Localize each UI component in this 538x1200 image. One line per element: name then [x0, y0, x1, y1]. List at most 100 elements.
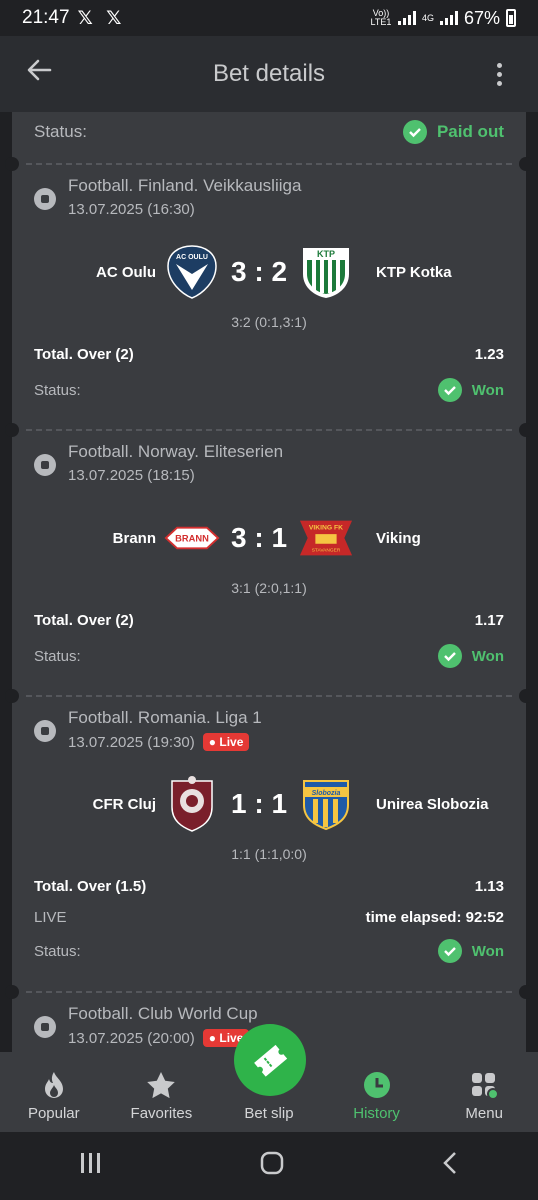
ktp-kotka-logo: KTP: [298, 244, 354, 300]
nav-history-label: History: [353, 1105, 400, 1122]
market: Total. Over (2): [34, 346, 134, 363]
brann-logo: BRANN: [164, 510, 220, 566]
score-detail: 3:2 (0:1,3:1): [231, 314, 307, 330]
league-name: Football. Romania. Liga 1: [68, 708, 262, 727]
summary-card: Status: Paid out: [12, 112, 526, 164]
match-date: 13.07.2025 (20:00) ● Live: [68, 1029, 250, 1047]
match-row: AC Oulu AC OULU 3 : 2 KTP KTP Kotka: [12, 244, 526, 300]
score-detail: 3:1 (2:0,1:1): [231, 580, 307, 596]
bet-card-1[interactable]: Football. Finland. Veikkausliiga 13.07.2…: [5, 157, 533, 430]
live-badge-text: Live: [219, 735, 244, 749]
check-icon: [437, 939, 462, 963]
recent-apps-icon[interactable]: [78, 1151, 104, 1182]
signal-icon: [397, 11, 416, 25]
nav-favorites-label: Favorites: [130, 1105, 193, 1122]
match-date: 13.07.2025 (18:15): [68, 467, 195, 484]
nav-favorites[interactable]: Favorites: [108, 1052, 216, 1132]
nav-popular-label: Popular: [27, 1105, 80, 1122]
system-status-bar: 21:47 𝕏 𝕏 Vo)) LTE1 4G 67%: [0, 0, 538, 36]
bet-slip-button[interactable]: [234, 1024, 306, 1096]
won-text: Won: [471, 381, 504, 399]
football-icon: [34, 188, 56, 210]
away-team: Unirea Slobozia: [376, 795, 489, 813]
svg-text:AC OULU: AC OULU: [176, 254, 208, 261]
signal-icon-2: [439, 11, 458, 25]
system-navigation-bar: [0, 1132, 538, 1200]
home-team: AC Oulu: [96, 263, 156, 281]
league-name: Football. Club World Cup: [68, 1004, 258, 1023]
match-row: Brann BRANN 3 : 1 VIKING FK STAVANGER Vik…: [12, 510, 526, 566]
paid-out-text: Paid out: [436, 122, 504, 141]
away-team: Viking: [376, 529, 421, 547]
svg-text:VIKING FK: VIKING FK: [309, 524, 343, 531]
summary-status-label: Status:: [34, 122, 87, 141]
ac-oulu-logo: AC OULU: [164, 244, 220, 300]
status-label: Status:: [34, 647, 81, 665]
cfr-cluj-logo: [164, 776, 220, 832]
flame-icon: [44, 1072, 63, 1098]
score: 3 : 1: [230, 522, 288, 553]
score: 3 : 2: [230, 256, 288, 287]
svg-text:Slobozia: Slobozia: [312, 790, 341, 797]
nav-popular[interactable]: Popular: [0, 1052, 108, 1132]
network-type: 4G: [421, 12, 434, 23]
home-team: Brann: [112, 529, 156, 547]
nav-betslip-label: Bet slip: [244, 1105, 294, 1122]
back-icon[interactable]: [440, 1150, 460, 1183]
date-text: 13.07.2025 (19:30): [68, 733, 195, 751]
svg-text:STAVANGER: STAVANGER: [312, 548, 341, 554]
nav-menu[interactable]: Menu: [430, 1052, 538, 1132]
live-badge: ● Live: [202, 733, 250, 751]
time-elapsed: time elapsed: 92:52: [365, 909, 504, 926]
check-icon: [437, 644, 462, 668]
clock: 21:47: [22, 7, 70, 28]
summary-status-value: Paid out: [402, 120, 504, 144]
nav-history[interactable]: History: [323, 1052, 431, 1132]
match-row: CFR Cluj 1 : 1 Slobozia Unirea Slobozia: [12, 776, 526, 832]
score-detail: 1:1 (1:1,0:0): [231, 846, 307, 862]
match-date: 13.07.2025 (16:30): [68, 201, 195, 218]
football-icon: [34, 1016, 56, 1038]
status-won: Won: [437, 378, 504, 402]
menu-grid-icon: [472, 1073, 499, 1099]
battery-icon: [506, 9, 516, 27]
match-date: 13.07.2025 (19:30) ● Live: [68, 733, 250, 751]
date-text: 13.07.2025 (16:30): [68, 201, 195, 218]
ticket-icon: [254, 1044, 288, 1077]
x-notification-icons: 𝕏 𝕏: [77, 7, 126, 29]
won-text: Won: [471, 942, 504, 960]
status-label: Status:: [34, 381, 81, 399]
bet-card-3[interactable]: Football. Romania. Liga 1 13.07.2025 (19…: [5, 689, 533, 992]
date-text: 13.07.2025 (18:15): [68, 467, 195, 484]
volte-indicator: Vo)) LTE1: [370, 8, 392, 27]
status-won: Won: [437, 644, 504, 668]
score: 1 : 1: [230, 788, 288, 819]
unirea-slobozia-logo: Slobozia: [298, 776, 354, 832]
battery-percent: 67%: [463, 7, 500, 28]
status-right: Vo)) LTE1 4G 67%: [370, 8, 516, 29]
league-name: Football. Norway. Eliteserien: [68, 442, 284, 461]
status-label: Status:: [34, 942, 81, 960]
market: Total. Over (1.5): [34, 878, 147, 895]
home-team: CFR Cluj: [92, 795, 156, 813]
svg-text:BRANN: BRANN: [175, 534, 209, 544]
football-icon: [34, 454, 56, 476]
nav-menu-label: Menu: [465, 1105, 503, 1122]
odds: 1.23: [474, 346, 504, 363]
more-options-icon[interactable]: [460, 62, 538, 86]
football-icon: [34, 720, 56, 742]
home-icon[interactable]: [259, 1150, 285, 1183]
clock-icon: [363, 1072, 390, 1098]
bet-card-2[interactable]: Football. Norway. Eliteserien 13.07.2025…: [5, 423, 533, 696]
app-bar: Bet details: [0, 36, 538, 112]
odds: 1.13: [474, 878, 504, 895]
back-arrow-icon[interactable]: [0, 57, 78, 91]
star-icon: [147, 1072, 176, 1099]
viking-logo: VIKING FK STAVANGER: [298, 510, 354, 566]
won-text: Won: [471, 647, 504, 665]
bet-details-scroll[interactable]: Status: Paid out Football. Finland. Veik…: [0, 112, 538, 1052]
away-team: KTP Kotka: [376, 263, 452, 281]
status-won: Won: [437, 939, 504, 963]
page-title: Bet details: [212, 60, 326, 87]
date-text: 13.07.2025 (20:00): [68, 1029, 195, 1047]
